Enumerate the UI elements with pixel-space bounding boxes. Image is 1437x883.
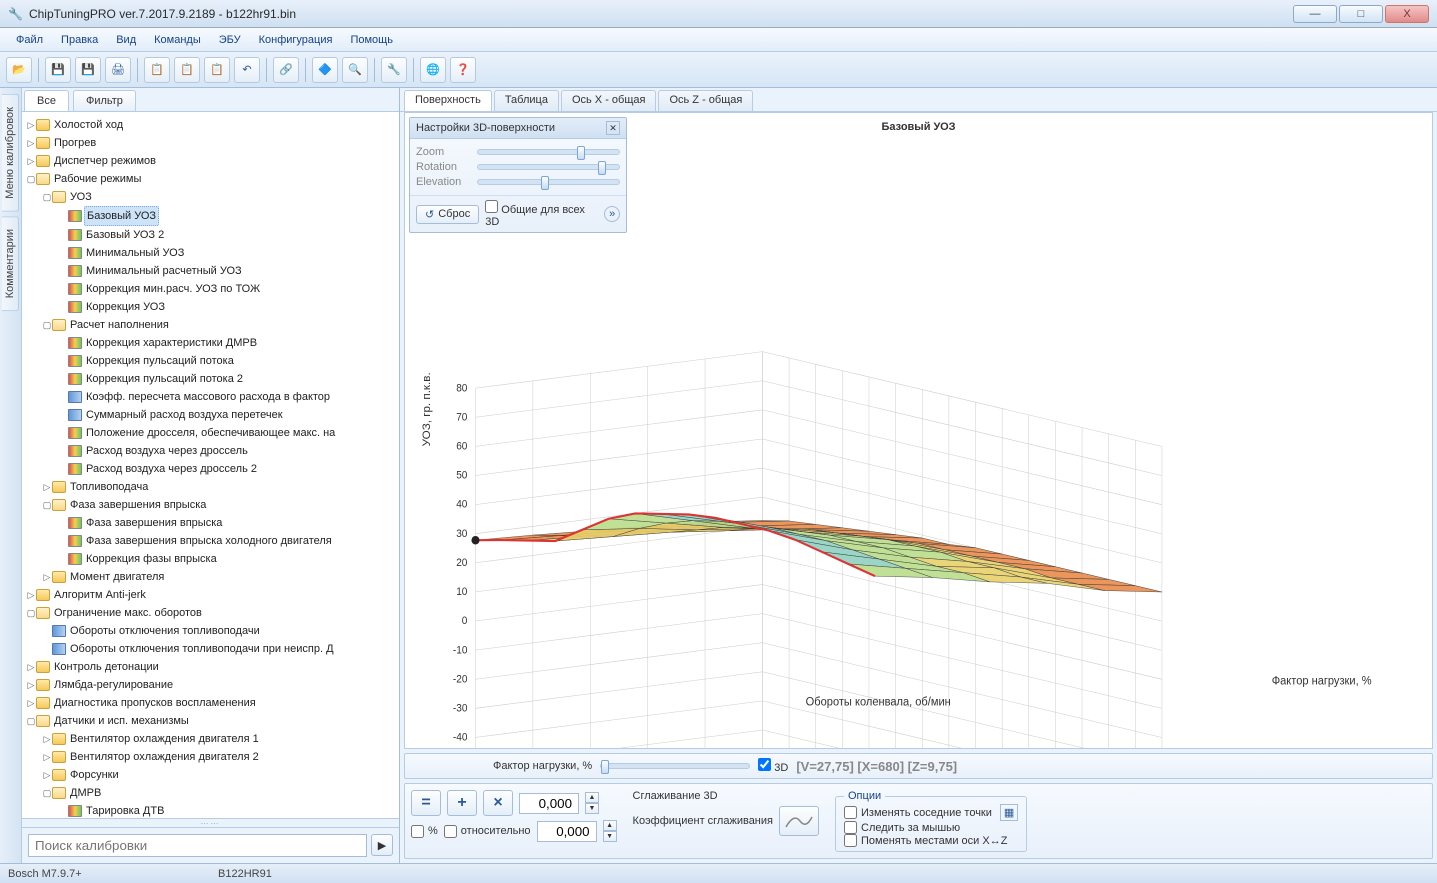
surface-settings-panel[interactable]: Настройки 3D-поверхности✕ Zoom Rotation … [409,117,627,233]
svg-text:70: 70 [456,412,467,423]
panel-close-icon[interactable]: ✕ [606,121,620,135]
svg-text:50: 50 [456,470,467,481]
equals-button[interactable]: = [411,790,441,816]
menu-file[interactable]: Файл [8,31,51,49]
svg-text:40: 40 [456,500,467,511]
search-icon[interactable]: 🔍 [342,57,368,83]
status-file: B122HR91 [218,868,368,880]
global-3d-checkbox[interactable]: Общие для всех 3D [485,200,598,228]
tab-calibrations[interactable]: Меню калибровок [2,94,19,212]
svg-text:-20: -20 [453,674,468,685]
svg-text:20: 20 [456,558,467,569]
main-menu: Файл Правка Вид Команды ЭБУ Конфигурация… [0,28,1437,52]
help-icon[interactable]: ❓ [450,57,476,83]
calibration-tree[interactable]: ▷Холостой ход ▷Прогрев ▷Диспетчер режимо… [22,112,399,819]
minimize-button[interactable]: — [1293,5,1337,23]
tab-surface[interactable]: Поверхность [404,90,492,111]
menu-view[interactable]: Вид [108,31,144,49]
status-bar: Bosch M7.9.7+ B122HR91 [0,863,1437,883]
tab-table[interactable]: Таблица [494,90,559,111]
svg-text:УОЗ, гр. п.к.в.: УОЗ, гр. п.к.в. [421,372,433,446]
svg-text:-30: -30 [453,703,468,714]
svg-text:80: 80 [456,383,467,394]
undo-icon[interactable]: ↶ [234,57,260,83]
menu-commands[interactable]: Команды [146,31,209,49]
menu-config[interactable]: Конфигурация [251,31,341,49]
relative-spinner[interactable]: ▲▼ [603,820,617,842]
times-button[interactable]: × [483,790,513,816]
window-controls: — □ X [1293,5,1429,23]
opt-swap-axes[interactable]: Поменять местами оси X↔Z [844,834,1018,847]
maximize-button[interactable]: □ [1339,5,1383,23]
menu-edit[interactable]: Правка [53,31,106,49]
main-toolbar: 📂 💾 💾 🖨 📋 📋 📋 ↶ 🔗 🔷 🔍 🔧 🌐 ❓ [0,52,1437,88]
tab-all[interactable]: Все [24,90,69,111]
relative-checkbox[interactable]: относительно [444,825,531,838]
view-tabs: Поверхность Таблица Ось X - общая Ось Z … [400,88,1437,112]
open-icon[interactable]: 📂 [6,57,32,83]
save-icon[interactable]: 💾 [45,57,71,83]
edit-panel: = + × ▲▼ % относительно ▲▼ Сглаживание 3… [404,783,1433,859]
status-ecu: Bosch M7.9.7+ [8,868,158,880]
expand-icon[interactable]: » [604,206,620,222]
zoom-slider[interactable] [477,149,620,155]
menu-help[interactable]: Помощь [342,31,401,49]
close-button[interactable]: X [1385,5,1429,23]
tree-item-base-uoz[interactable]: Базовый УОЗ [84,206,159,226]
search-input[interactable] [28,834,367,857]
value-spinner[interactable]: ▲▼ [585,792,599,814]
cursor-coordinates: [V=27,75] [X=680] [Z=9,75] [796,759,957,774]
elevation-slider[interactable] [477,179,620,185]
options-group: Опции Изменять соседние точки ▦ Следить … [835,790,1027,852]
svg-text:10: 10 [456,587,467,598]
percent-checkbox[interactable]: % [411,825,438,838]
link-icon[interactable]: 🔗 [273,57,299,83]
opt-neighbors[interactable]: Изменять соседние точки ▦ [844,804,1018,821]
copy-icon[interactable]: 📋 [144,57,170,83]
rotation-slider[interactable] [477,164,620,170]
vertical-tabs: Меню калибровок Комментарии [0,88,22,863]
tab-axis-z[interactable]: Ось Z - общая [658,90,753,111]
clipboard-icon[interactable]: 📋 [204,57,230,83]
globe-icon[interactable]: 🌐 [420,57,446,83]
save-as-icon[interactable]: 💾 [75,57,101,83]
svg-text:Обороты коленвала, об/мин: Обороты коленвала, об/мин [806,696,951,708]
opt-follow-mouse[interactable]: Следить за мышью [844,821,1018,834]
svg-text:30: 30 [456,529,467,540]
svg-text:-10: -10 [453,645,468,656]
plus-button[interactable]: + [447,790,477,816]
search-go-icon[interactable]: ▶ [371,834,393,856]
tool-icon[interactable]: 🔧 [381,57,407,83]
paste-icon[interactable]: 📋 [174,57,200,83]
svg-text:60: 60 [456,441,467,452]
value-input[interactable] [519,793,579,814]
axis-slider-bar: Фактор нагрузки, % 3D [V=27,75] [X=680] … [404,753,1433,779]
tree-tabs: Все Фильтр [22,88,399,112]
smooth-button[interactable] [779,806,819,836]
reset-button[interactable]: ↺Сброс [416,205,479,224]
info-icon[interactable]: 🔷 [312,57,338,83]
splitter[interactable]: ⋯⋯ [22,819,399,827]
relative-value-input[interactable] [537,821,597,842]
print-icon[interactable]: 🖨 [105,57,131,83]
svg-text:-40: -40 [453,732,468,743]
chart-3d-surface[interactable]: Настройки 3D-поверхности✕ Zoom Rotation … [404,112,1433,749]
svg-text:0: 0 [462,616,468,627]
tab-comments[interactable]: Комментарии [2,216,19,311]
grid-icon[interactable]: ▦ [1000,804,1018,821]
tab-axis-x[interactable]: Ось X - общая [561,90,657,111]
3d-checkbox[interactable]: 3D [758,758,788,774]
tab-filter[interactable]: Фильтр [73,90,136,111]
svg-text:Фактор нагрузки, %: Фактор нагрузки, % [1272,675,1372,687]
window-title: 🔧ChipTuningPRO ver.7.2017.9.2189 - b122h… [8,7,296,21]
load-factor-slider[interactable] [600,763,750,769]
menu-ecu[interactable]: ЭБУ [211,31,249,49]
